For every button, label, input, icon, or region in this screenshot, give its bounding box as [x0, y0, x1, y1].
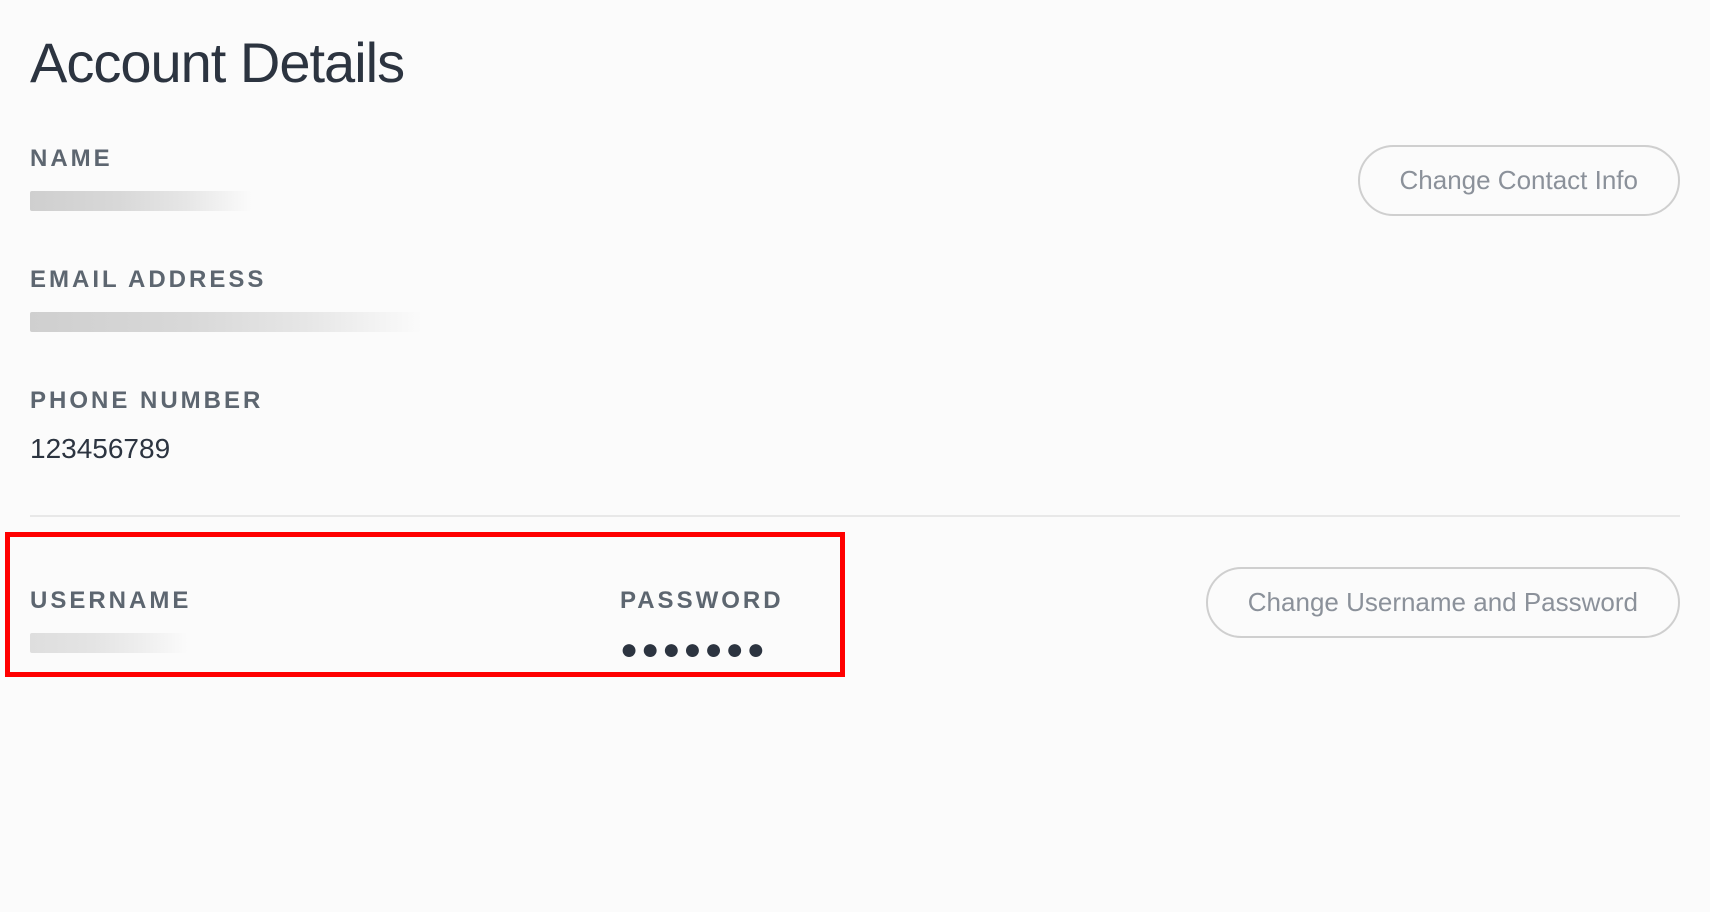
contact-info-section: Change Contact Info NAME EMAIL ADDRESS P… [30, 145, 1680, 517]
username-value-redacted [30, 633, 188, 653]
password-value-masked: ●●●●●●● [620, 633, 1210, 667]
email-field: EMAIL ADDRESS [30, 266, 1680, 332]
email-label: EMAIL ADDRESS [30, 266, 1680, 294]
email-value-redacted [30, 312, 422, 332]
change-username-password-button[interactable]: Change Username and Password [1206, 567, 1680, 638]
password-label: PASSWORD [620, 587, 1210, 615]
name-value-redacted [30, 191, 252, 211]
phone-label: PHONE NUMBER [30, 387, 1680, 415]
username-label: USERNAME [30, 587, 620, 615]
phone-field: PHONE NUMBER 123456789 [30, 387, 1680, 465]
credentials-section: Change Username and Password USERNAME PA… [30, 567, 1680, 667]
password-field: PASSWORD ●●●●●●● [620, 587, 1210, 667]
change-contact-info-button[interactable]: Change Contact Info [1358, 145, 1681, 216]
username-field: USERNAME [30, 587, 620, 667]
page-title: Account Details [30, 30, 1680, 95]
phone-value: 123456789 [30, 433, 1680, 465]
